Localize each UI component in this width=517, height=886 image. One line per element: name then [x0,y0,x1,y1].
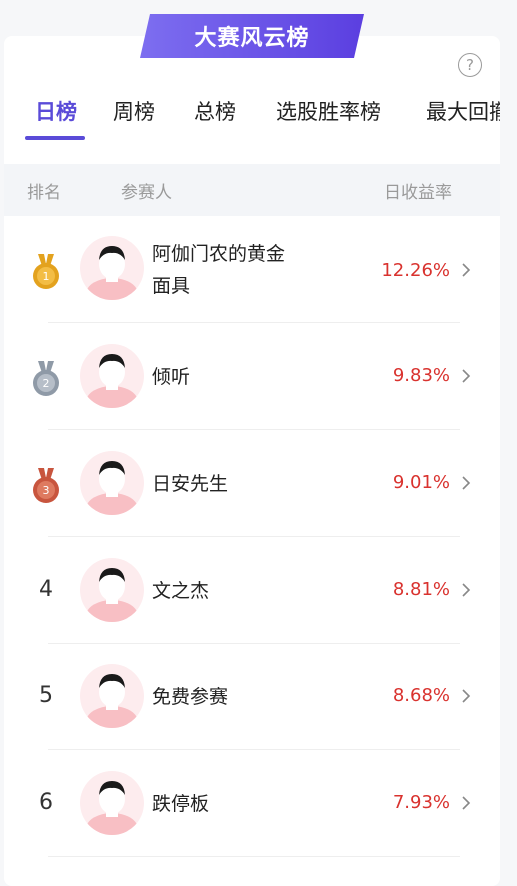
svg-text:2: 2 [43,377,50,390]
participant-name: 阿伽门农的黄金面具 [152,243,286,297]
table-row[interactable]: 4 文之杰 8.81% [4,537,500,644]
daily-return: 8.81% [392,579,450,600]
avatar [80,664,144,728]
rank-number: 4 [39,577,53,602]
participant-name: 倾听 [152,366,191,388]
banner-title: 大赛风云榜 [194,26,310,51]
participant-name: 跌停板 [152,793,210,815]
active-tab-indicator [25,136,85,140]
chevron-right-icon [462,583,471,597]
avatar [80,558,144,622]
avatar [80,344,144,408]
daily-return: 7.93% [392,792,450,813]
chevron-right-icon [462,476,471,490]
header-participant: 参赛人 [121,183,172,203]
chevron-right-icon [462,689,471,703]
svg-text:3: 3 [43,484,50,497]
avatar [80,771,144,835]
header-daily-return: 日收益率 [384,183,452,203]
tab-stock-win-rate[interactable]: 选股胜率榜 [276,96,381,126]
daily-return: 9.01% [392,472,450,493]
tab-bar: 日榜 周榜 总榜 选股胜率榜 最大回撤 [0,90,500,150]
banner: 大赛风云榜 [136,12,368,60]
daily-return: 9.83% [392,365,450,386]
tab-weekly[interactable]: 周榜 [113,96,155,126]
table-row[interactable]: 2 倾听 9.83% [4,323,500,430]
gold-medal-icon: 1 [33,254,59,289]
help-icon[interactable]: ? [458,53,482,77]
table-header: 排名 参赛人 日收益率 [4,164,500,216]
header-rank: 排名 [27,183,61,203]
rank-number: 5 [39,683,53,708]
avatar [80,236,144,300]
silver-medal-icon: 2 [33,361,59,396]
chevron-right-icon [462,369,471,383]
tab-max-drawdown[interactable]: 最大回撤 [426,96,500,126]
rank-number: 6 [39,790,53,815]
participant-name: 文之杰 [152,580,210,602]
table-row[interactable]: 1 阿伽门农的黄金面具 12.26% [4,216,500,323]
table-row[interactable]: 6 跌停板 7.93% [4,750,500,857]
tab-total[interactable]: 总榜 [194,96,236,126]
tab-daily[interactable]: 日榜 [35,96,77,126]
chevron-right-icon [462,796,471,810]
chevron-right-icon [462,263,471,277]
table-row[interactable]: 3 日安先生 9.01% [4,430,500,537]
svg-text:1: 1 [43,270,50,283]
table-row[interactable]: 5 免费参赛 8.68% [4,643,500,750]
daily-return: 8.68% [392,685,450,706]
participant-name: 日安先生 [152,473,229,495]
avatar [80,451,144,515]
participant-name: 免费参赛 [152,686,229,708]
bronze-medal-icon: 3 [33,468,59,503]
daily-return: 12.26% [381,260,450,281]
